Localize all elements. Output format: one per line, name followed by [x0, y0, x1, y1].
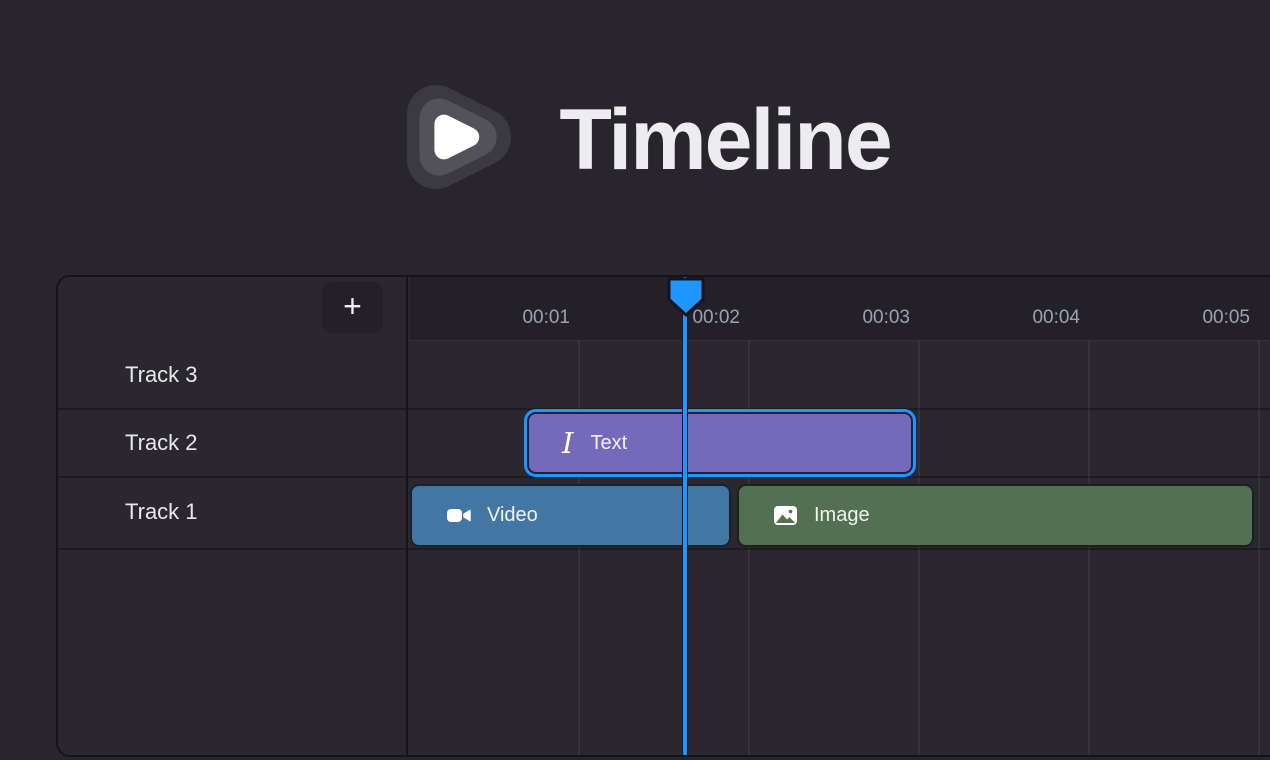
ruler-label: 00:04: [920, 277, 1088, 341]
track-sidebar: + Track 3 Track 2 Track 1: [58, 277, 408, 755]
track-header-track-3[interactable]: Track 3: [58, 341, 406, 409]
clip-text[interactable]: I Text: [527, 412, 913, 474]
timeline-panel: 00:01 00:02 00:03 00:04 00:05 + Track 3 …: [56, 275, 1270, 757]
track-header-track-2[interactable]: Track 2: [58, 409, 406, 477]
clip-label: Video: [487, 504, 538, 527]
ruler-label: 00:03: [750, 277, 918, 341]
clip-image[interactable]: Image: [737, 484, 1254, 547]
add-track-button[interactable]: +: [322, 282, 383, 333]
time-ruler[interactable]: 00:01 00:02 00:03 00:04 00:05: [410, 277, 1270, 341]
track-label: Track 2: [125, 430, 198, 456]
ruler-label: 00:01: [410, 277, 578, 341]
sidebar-header: +: [58, 277, 406, 341]
video-camera-icon: [445, 502, 472, 529]
italic-text-icon: I: [562, 429, 575, 458]
ruler-label: 00:05: [1090, 277, 1258, 341]
ruler-label: 00:02: [580, 277, 748, 341]
track-label: Track 3: [125, 362, 198, 388]
track-label: Track 1: [125, 499, 198, 525]
app-header: Timeline: [0, 60, 1270, 220]
track-header-track-1[interactable]: Track 1: [58, 478, 406, 546]
clip-label: Image: [814, 504, 870, 527]
playhead[interactable]: [682, 277, 688, 755]
playhead-handle-icon[interactable]: [665, 276, 707, 318]
image-icon: [772, 502, 799, 529]
app-logo-play-icon: [379, 65, 529, 215]
app-title: Timeline: [559, 97, 890, 183]
clip-label: Text: [590, 432, 627, 455]
